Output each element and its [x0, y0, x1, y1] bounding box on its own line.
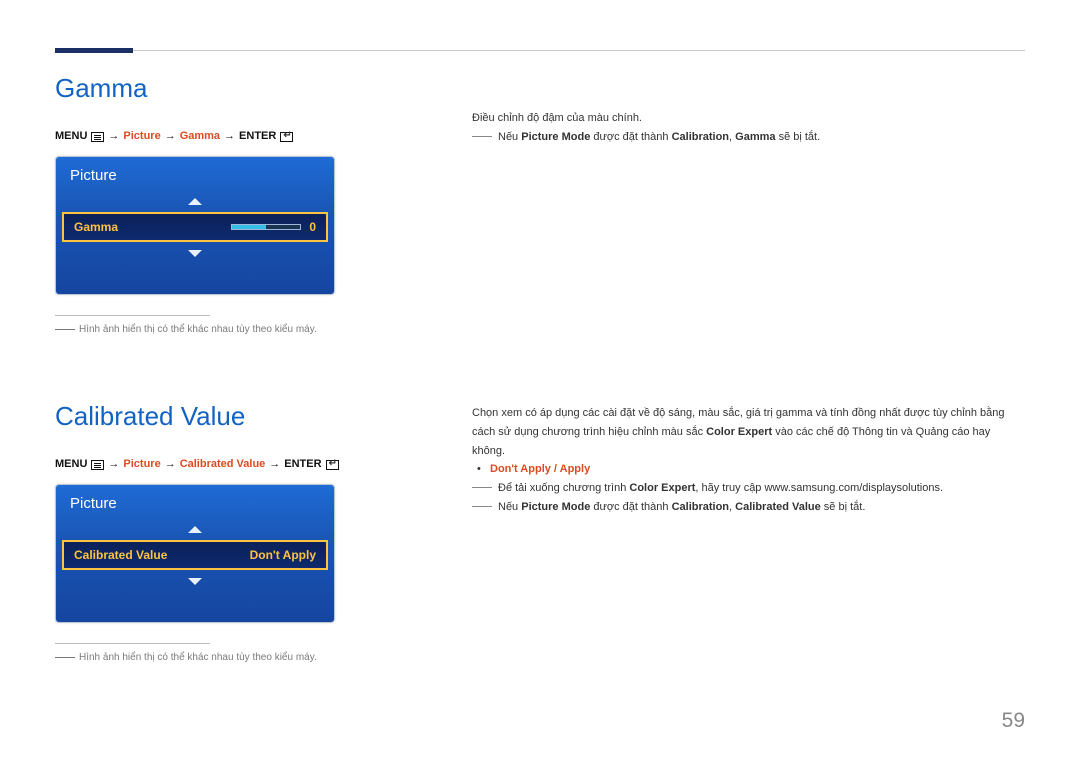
breadcrumb-item: Picture [123, 130, 160, 142]
manual-page: Gamma MENU → Picture → Gamma → ENTER Pic… [0, 0, 1080, 663]
arrow-icon: → [269, 458, 280, 470]
breadcrumb-enter-label: ENTER [284, 458, 321, 470]
apply-options-bullet: Don't Apply / Apply [472, 460, 1025, 479]
calibrated-disable-note: Nếu Picture Mode được đặt thành Calibrat… [472, 498, 1025, 517]
caption-text: Hình ảnh hiển thị có thể khác nhau tùy t… [79, 324, 317, 335]
arrow-icon: → [165, 458, 176, 470]
section-title-gamma: Gamma [55, 73, 390, 104]
section-title-calibrated: Calibrated Value [55, 401, 390, 432]
gamma-note-text: Nếu Picture Mode được đặt thành Calibrat… [498, 128, 820, 147]
calibrated-disable-note-text: Nếu Picture Mode được đặt thành Calibrat… [498, 498, 865, 517]
left-column: Gamma MENU → Picture → Gamma → ENTER Pic… [55, 73, 390, 663]
breadcrumb-item: Gamma [180, 130, 220, 142]
arrow-icon: → [108, 130, 119, 142]
breadcrumb-enter-label: ENTER [239, 130, 276, 142]
osd-selected-row[interactable]: Gamma 0 [62, 212, 328, 242]
caption-text: Hình ảnh hiển thị có thể khác nhau tùy t… [79, 652, 317, 663]
note-dash-icon [472, 136, 492, 137]
breadcrumb-item: Calibrated Value [180, 458, 266, 470]
osd-selected-row[interactable]: Calibrated Value Don't Apply [62, 540, 328, 570]
breadcrumb-gamma: MENU → Picture → Gamma → ENTER [55, 130, 390, 142]
image-vary-caption: Hình ảnh hiển thị có thể khác nhau tùy t… [55, 652, 390, 663]
chevron-down-icon [188, 578, 202, 585]
download-note: Để tải xuống chương trình Color Expert, … [472, 479, 1025, 498]
osd-arrow-up-row[interactable] [56, 190, 334, 212]
breadcrumb-menu-label: MENU [55, 130, 87, 142]
caption-divider [55, 643, 210, 644]
menu-icon [91, 460, 104, 470]
breadcrumb-calibrated: MENU → Picture → Calibrated Value → ENTE… [55, 458, 390, 470]
osd-panel-gamma: Picture Gamma 0 [55, 156, 335, 295]
osd-arrow-down-row[interactable] [56, 570, 334, 592]
chevron-down-icon [188, 250, 202, 257]
section-gamma: Gamma MENU → Picture → Gamma → ENTER Pic… [55, 73, 390, 335]
arrow-icon: → [165, 130, 176, 142]
osd-arrow-up-row[interactable] [56, 518, 334, 540]
breadcrumb-item: Picture [123, 458, 160, 470]
enter-icon [326, 460, 339, 470]
osd-title: Picture [56, 485, 334, 518]
osd-row-value: Don't Apply [250, 548, 316, 562]
note-dash-icon [472, 506, 492, 507]
breadcrumb-menu-label: MENU [55, 458, 87, 470]
osd-row-value: 0 [309, 220, 316, 234]
calibrated-description: Chọn xem có áp dụng các cài đặt về độ sá… [472, 404, 1025, 516]
image-vary-caption: Hình ảnh hiển thị có thể khác nhau tùy t… [55, 324, 390, 335]
gamma-intro: Điều chỉnh độ đậm của màu chính. [472, 109, 1025, 128]
gamma-description: Điều chỉnh độ đậm của màu chính. Nếu Pic… [472, 109, 1025, 146]
osd-panel-calibrated: Picture Calibrated Value Don't Apply [55, 484, 335, 623]
arrow-icon: → [224, 130, 235, 142]
caption-divider [55, 315, 210, 316]
osd-title: Picture [56, 157, 334, 190]
osd-row-label: Gamma [74, 220, 118, 234]
right-column: Điều chỉnh độ đậm của màu chính. Nếu Pic… [472, 73, 1025, 663]
page-number: 59 [1002, 709, 1025, 733]
enter-icon [280, 132, 293, 142]
calibrated-para: Chọn xem có áp dụng các cài đặt về độ sá… [472, 404, 1025, 460]
note-dash-icon [472, 487, 492, 488]
gamma-note: Nếu Picture Mode được đặt thành Calibrat… [472, 128, 1025, 147]
chevron-up-icon [188, 526, 202, 533]
arrow-icon: → [108, 458, 119, 470]
section-calibrated: Calibrated Value MENU → Picture → Calibr… [55, 401, 390, 663]
download-note-text: Để tải xuống chương trình Color Expert, … [498, 479, 943, 498]
chevron-up-icon [188, 198, 202, 205]
menu-icon [91, 132, 104, 142]
osd-arrow-down-row[interactable] [56, 242, 334, 264]
apply-options: Don't Apply / Apply [490, 463, 590, 475]
top-rule [55, 50, 1025, 51]
osd-row-label: Calibrated Value [74, 548, 167, 562]
gamma-slider[interactable] [231, 224, 301, 230]
